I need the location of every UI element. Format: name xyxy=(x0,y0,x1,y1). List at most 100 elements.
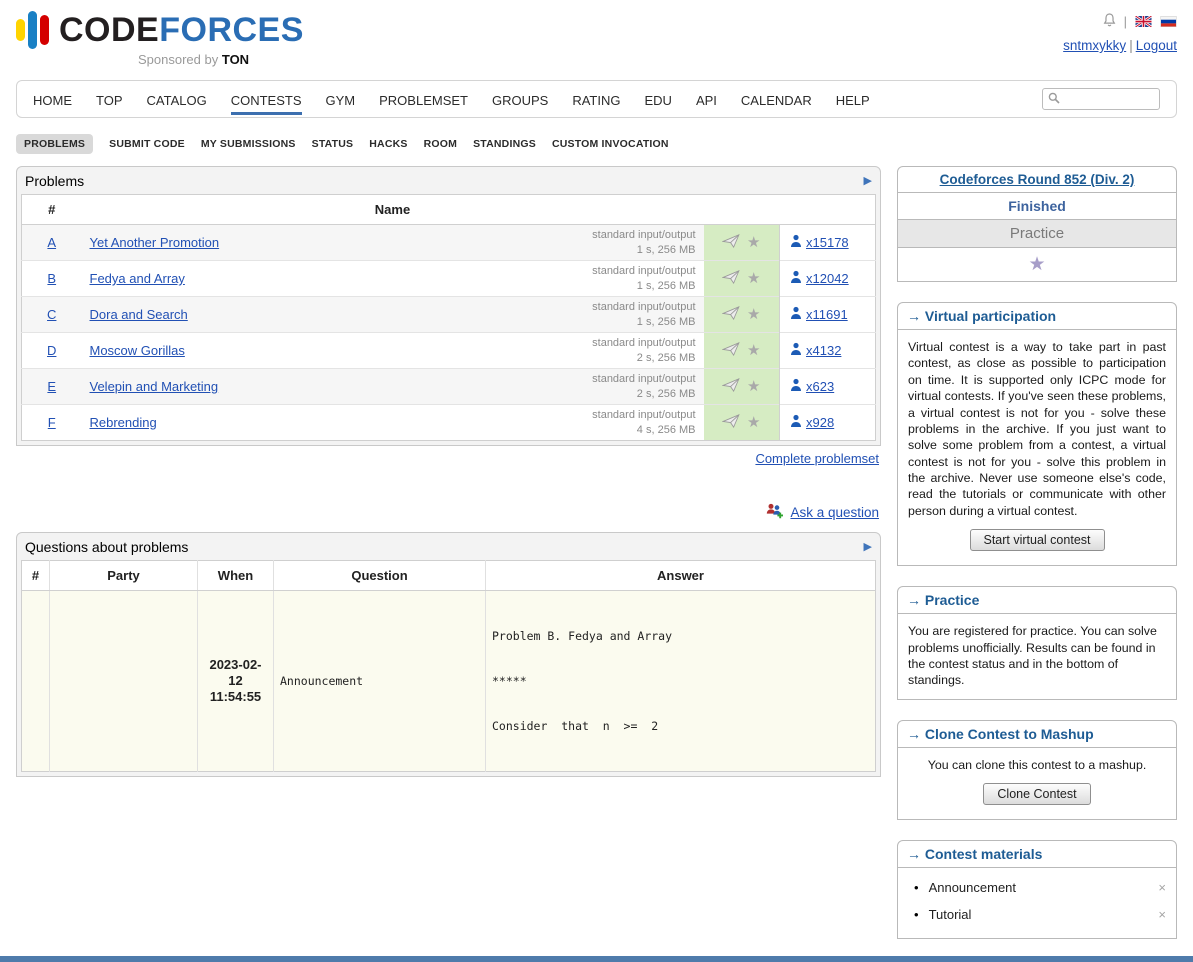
answer-line: ***** xyxy=(492,674,869,689)
subnav-problems[interactable]: PROBLEMS xyxy=(16,134,93,154)
bullet-icon: • xyxy=(914,880,919,895)
nav-gym[interactable]: GYM xyxy=(326,84,356,115)
problem-io-limits: standard input/output2 s, 256 MB xyxy=(592,372,695,402)
subnav-status[interactable]: STATUS xyxy=(312,138,354,150)
problem-io-limits: standard input/output2 s, 256 MB xyxy=(592,336,695,366)
nav-groups[interactable]: GROUPS xyxy=(492,84,548,115)
subnav-standings[interactable]: STANDINGS xyxy=(473,138,536,150)
nav-top[interactable]: TOP xyxy=(96,84,123,115)
paper-plane-icon[interactable] xyxy=(722,270,740,287)
solved-count-link[interactable]: x15178 xyxy=(806,235,849,250)
subnav-hacks[interactable]: HACKS xyxy=(369,138,407,150)
col-header-index: # xyxy=(22,195,82,225)
table-row: E Velepin and Marketing standard input/o… xyxy=(22,369,876,405)
nav-rating[interactable]: RATING xyxy=(572,84,620,115)
limits-line: 1 s, 256 MB xyxy=(592,243,695,258)
problem-index-link[interactable]: F xyxy=(48,415,56,430)
contest-title-link[interactable]: Codeforces Round 852 (Div. 2) xyxy=(940,172,1135,187)
io-line: standard input/output xyxy=(592,336,695,351)
problem-index-link[interactable]: C xyxy=(47,307,56,322)
problem-name-link[interactable]: Velepin and Marketing xyxy=(90,379,219,394)
expand-arrow-icon[interactable]: ▶ xyxy=(864,542,872,553)
problem-index-link[interactable]: A xyxy=(47,235,56,250)
nav-contests[interactable]: CONTESTS xyxy=(231,84,302,115)
favorite-star-icon[interactable]: ★ xyxy=(747,271,760,286)
problem-index-link[interactable]: B xyxy=(47,271,56,286)
start-virtual-contest-button[interactable]: Start virtual contest xyxy=(970,529,1105,551)
page: CODEFORCES Sponsored by TON | sntmxykky|… xyxy=(16,0,1177,959)
paper-plane-icon[interactable] xyxy=(722,378,740,395)
problem-name-link[interactable]: Rebrending xyxy=(90,415,157,430)
virtual-participation-box: → Virtual participation Virtual contest … xyxy=(897,302,1177,566)
close-icon[interactable]: × xyxy=(1156,907,1168,922)
question-when-cell: 2023-02-12 11:54:55 xyxy=(198,591,274,772)
clone-contest-button[interactable]: Clone Contest xyxy=(983,783,1090,805)
table-row: A Yet Another Promotion standard input/o… xyxy=(22,225,876,261)
logo-code: CODE xyxy=(59,11,159,49)
favorite-star-icon[interactable]: ★ xyxy=(747,343,760,358)
nav-api[interactable]: API xyxy=(696,84,717,115)
solved-count-link[interactable]: x4132 xyxy=(806,343,841,358)
subnav-submit-code[interactable]: SUBMIT CODE xyxy=(109,138,185,150)
nav-edu[interactable]: EDU xyxy=(644,84,671,115)
expand-arrow-icon[interactable]: ▶ xyxy=(864,176,872,187)
favorite-contest-star-icon[interactable]: ★ xyxy=(1028,254,1045,275)
sidebar: Codeforces Round 852 (Div. 2) Finished P… xyxy=(897,166,1177,959)
nav-catalog[interactable]: CATALOG xyxy=(147,84,207,115)
subnav-custom-invocation[interactable]: CUSTOM INVOCATION xyxy=(552,138,669,150)
io-line: standard input/output xyxy=(592,264,695,279)
solved-count-link[interactable]: x11691 xyxy=(806,307,848,322)
problem-index-link[interactable]: E xyxy=(47,379,56,394)
favorite-star-icon[interactable]: ★ xyxy=(747,415,760,430)
paper-plane-icon[interactable] xyxy=(722,234,740,251)
nav-problemset[interactable]: PROBLEMSET xyxy=(379,84,468,115)
complete-problemset-link[interactable]: Complete problemset xyxy=(755,451,879,466)
solved-count-link[interactable]: x623 xyxy=(806,379,834,394)
subnav-my-submissions[interactable]: MY SUBMISSIONS xyxy=(201,138,296,150)
table-row: C Dora and Search standard input/output1… xyxy=(22,297,876,333)
username-link[interactable]: sntmxykky xyxy=(1063,38,1126,53)
search-icon xyxy=(1048,92,1060,107)
problem-name-link[interactable]: Dora and Search xyxy=(90,307,188,322)
bell-icon[interactable] xyxy=(1103,12,1116,31)
search-input[interactable] xyxy=(1064,92,1154,106)
problem-io-limits: standard input/output1 s, 256 MB xyxy=(592,264,695,294)
col-header-name: Name xyxy=(82,195,704,225)
problem-name-link[interactable]: Yet Another Promotion xyxy=(90,235,220,250)
list-item: • Tutorial × xyxy=(914,901,1168,928)
paper-plane-icon[interactable] xyxy=(722,342,740,359)
practice-title: → Practice xyxy=(898,587,1176,614)
col-header-actions xyxy=(704,195,780,225)
problem-name-link[interactable]: Fedya and Array xyxy=(90,271,185,286)
contest-sub-nav: PROBLEMS SUBMIT CODE MY SUBMISSIONS STAT… xyxy=(16,134,1177,154)
contest-materials-title: → Contest materials xyxy=(898,841,1176,868)
solver-person-icon xyxy=(790,378,802,395)
material-tutorial-link[interactable]: Tutorial xyxy=(929,907,1157,922)
material-announcement-link[interactable]: Announcement xyxy=(929,880,1157,895)
english-flag-icon[interactable] xyxy=(1135,16,1152,27)
limits-line: 1 s, 256 MB xyxy=(592,279,695,294)
problem-index-link[interactable]: D xyxy=(47,343,56,358)
solved-count-link[interactable]: x12042 xyxy=(806,271,849,286)
russian-flag-icon[interactable] xyxy=(1160,16,1177,27)
sponsored-brand: TON xyxy=(222,52,249,67)
paper-plane-icon[interactable] xyxy=(722,414,740,431)
col-header-when: When xyxy=(198,561,274,591)
clone-mashup-text: You can clone this contest to a mashup. xyxy=(928,758,1147,772)
close-icon[interactable]: × xyxy=(1156,880,1168,895)
favorite-star-icon[interactable]: ★ xyxy=(747,235,760,250)
paper-plane-icon[interactable] xyxy=(722,306,740,323)
favorite-star-icon[interactable]: ★ xyxy=(747,379,760,394)
ask-question-link[interactable]: Ask a question xyxy=(790,505,879,520)
nav-help[interactable]: HELP xyxy=(836,84,870,115)
codeforces-logo[interactable]: CODEFORCES Sponsored by TON xyxy=(16,10,304,67)
nav-home[interactable]: HOME xyxy=(33,84,72,115)
main-nav: HOME TOP CATALOG CONTESTS GYM PROBLEMSET… xyxy=(16,80,1177,118)
favorite-star-icon[interactable]: ★ xyxy=(747,307,760,322)
subnav-room[interactable]: ROOM xyxy=(424,138,457,150)
problem-name-link[interactable]: Moscow Gorillas xyxy=(90,343,185,358)
limits-line: 4 s, 256 MB xyxy=(592,423,695,438)
nav-calendar[interactable]: CALENDAR xyxy=(741,84,812,115)
logout-link[interactable]: Logout xyxy=(1136,38,1177,53)
solved-count-link[interactable]: x928 xyxy=(806,415,834,430)
